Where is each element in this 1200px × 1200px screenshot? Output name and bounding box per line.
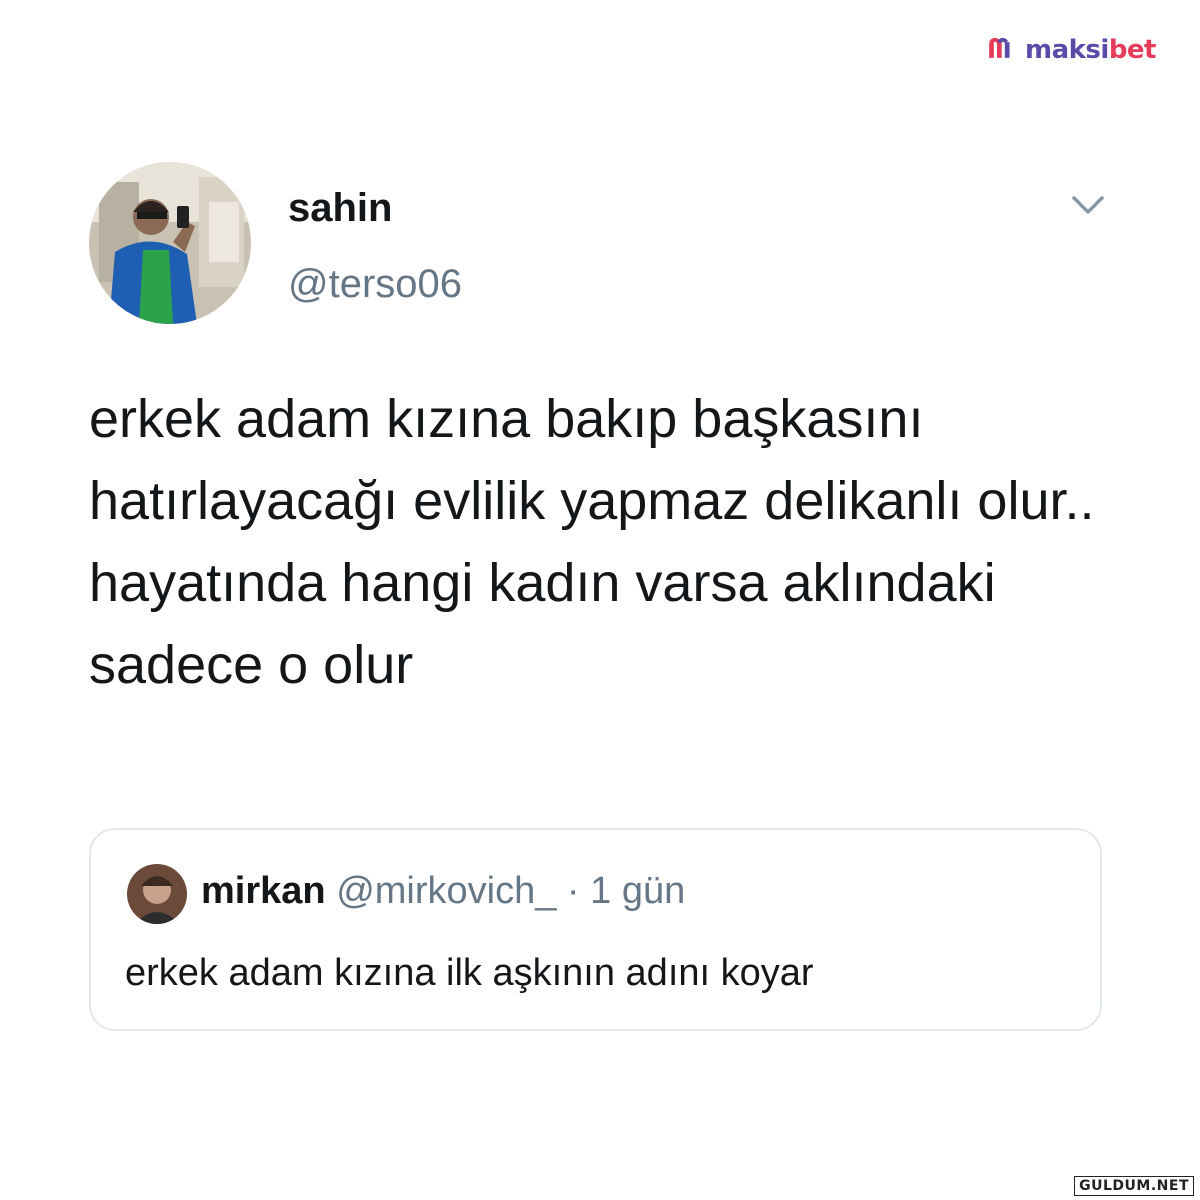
author-handle[interactable]: @terso06 <box>288 262 462 307</box>
quoted-tweet-text: erkek adam kızına ilk aşkının adını koya… <box>125 952 814 994</box>
author-avatar[interactable] <box>89 162 251 324</box>
watermark: GULDUM.NET <box>1074 1176 1194 1196</box>
quoted-tweet-time[interactable]: 1 gün <box>590 870 685 912</box>
maksibet-logo: maksibet <box>986 30 1157 70</box>
quoted-author-name[interactable]: mirkan <box>201 870 326 912</box>
maksibet-logo-icon <box>989 37 1010 58</box>
logo-wordmark: maksibet <box>1024 35 1157 65</box>
quoted-tweet-card[interactable]: mirkan @mirkovich_ · 1 gün erkek adam kı… <box>89 828 1102 1031</box>
tweet-text: erkek adam kızına bakıp başkasını hatırl… <box>89 389 1095 695</box>
author-name[interactable]: sahin <box>288 186 392 231</box>
quoted-tweet-header: mirkan @mirkovich_ · 1 gün <box>201 870 685 913</box>
chevron-down-icon[interactable] <box>1068 190 1108 220</box>
header-separator: · <box>566 870 580 912</box>
quoted-author-avatar[interactable] <box>127 864 187 924</box>
quoted-author-handle[interactable]: @mirkovich_ <box>336 870 556 912</box>
